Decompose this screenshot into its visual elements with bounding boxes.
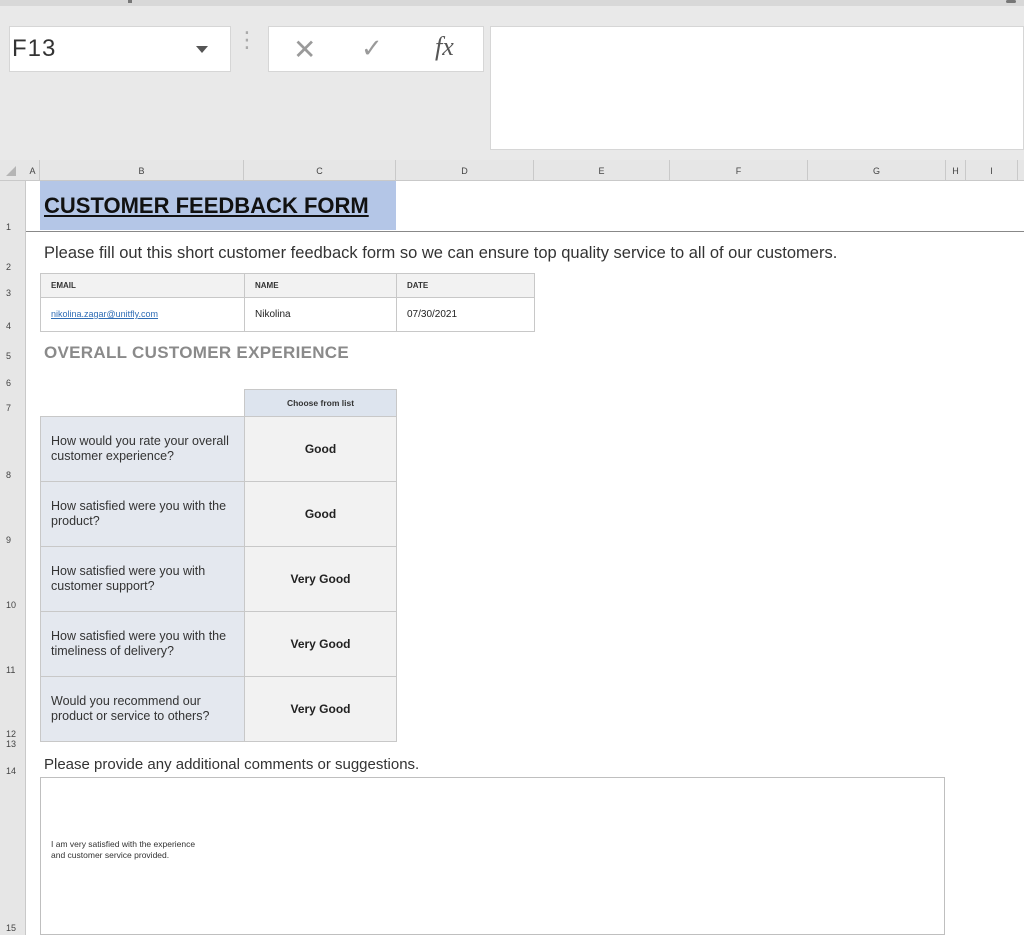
table-row: How satisfied were you with the timeline…: [40, 611, 397, 677]
enter-icon[interactable]: ✓: [361, 33, 383, 64]
row-divider: [26, 231, 1024, 232]
name-cell[interactable]: Nikolina: [244, 297, 397, 332]
formula-input[interactable]: [490, 26, 1024, 150]
experience-table: Choose from list How would you rate your…: [40, 389, 397, 742]
table-row: How would you rate your overall customer…: [40, 416, 397, 482]
email-link[interactable]: nikolina.zagar@unitfly.com: [51, 309, 158, 319]
row-header-1[interactable]: 1: [0, 222, 25, 232]
answer-dropdown[interactable]: Very Good: [244, 676, 397, 742]
question-cell: How satisfied were you with customer sup…: [40, 546, 245, 612]
section-title: OVERALL CUSTOMER EXPERIENCE: [44, 343, 350, 362]
form-title: CUSTOMER FEEDBACK FORM: [44, 193, 369, 218]
answer-dropdown[interactable]: Very Good: [244, 611, 397, 677]
column-header-h[interactable]: H: [946, 160, 966, 180]
drag-handle-icon[interactable]: ⋮: [236, 29, 258, 51]
question-cell: How would you rate your overall customer…: [40, 416, 245, 482]
name-box-value: F13: [12, 35, 57, 62]
formula-bar: F13 ⋮ ✕ ✓ fx: [0, 6, 1024, 160]
header-date: DATE: [396, 273, 535, 298]
question-cell: Would you recommend our product or servi…: [40, 676, 245, 742]
column-headers: A B C D E F G H I: [0, 160, 1024, 181]
intro-text: Please fill out this short customer feed…: [44, 244, 838, 262]
header-email: EMAIL: [40, 273, 245, 298]
comments-text: I am very satisfied with the experience …: [51, 839, 196, 860]
contact-info-table: EMAIL NAME DATE nikolina.zagar@unitfly.c…: [40, 273, 535, 332]
window-glyph-right: [1006, 0, 1016, 3]
row-header-12[interactable]: 12: [0, 729, 25, 739]
column-header-i[interactable]: I: [966, 160, 1018, 180]
column-header-a[interactable]: A: [26, 160, 40, 180]
formula-buttons: ✕ ✓ fx: [268, 26, 484, 72]
row-header-13[interactable]: 13: [0, 739, 25, 749]
table-row: How satisfied were you with customer sup…: [40, 546, 397, 612]
row-header-14[interactable]: 14: [0, 766, 25, 776]
column-header-c[interactable]: C: [244, 160, 396, 180]
comments-field[interactable]: I am very satisfied with the experience …: [40, 777, 945, 935]
table-row: EMAIL NAME DATE: [40, 273, 535, 298]
table-row: Choose from list: [40, 389, 397, 417]
column-header-b[interactable]: B: [40, 160, 244, 180]
row-header-10[interactable]: 10: [0, 600, 25, 610]
row-header-9[interactable]: 9: [0, 535, 25, 545]
answer-dropdown[interactable]: Very Good: [244, 546, 397, 612]
column-header-g[interactable]: G: [808, 160, 946, 180]
comments-label: Please provide any additional comments o…: [44, 756, 420, 773]
table-row: nikolina.zagar@unitfly.com Nikolina 07/3…: [40, 297, 535, 332]
row-header-2[interactable]: 2: [0, 262, 25, 272]
header-name: NAME: [244, 273, 397, 298]
chevron-down-icon[interactable]: [196, 46, 208, 53]
row-header-11[interactable]: 11: [0, 665, 25, 675]
column-header-e[interactable]: E: [534, 160, 670, 180]
cancel-icon[interactable]: ✕: [293, 33, 316, 66]
empty-header-cell: [40, 389, 245, 417]
row-headers: 1 2 3 4 5 6 7 8 9 10 11 12 13 14 15: [0, 181, 26, 935]
row-header-6[interactable]: 6: [0, 378, 25, 388]
name-box[interactable]: F13: [9, 26, 231, 72]
row-header-4[interactable]: 4: [0, 321, 25, 331]
answer-dropdown[interactable]: Good: [244, 481, 397, 547]
row-header-8[interactable]: 8: [0, 470, 25, 480]
answer-dropdown[interactable]: Good: [244, 416, 397, 482]
select-all-icon[interactable]: [6, 166, 16, 176]
email-cell[interactable]: nikolina.zagar@unitfly.com: [40, 297, 245, 332]
date-cell[interactable]: 07/30/2021: [396, 297, 535, 332]
row-header-3[interactable]: 3: [0, 288, 25, 298]
window-glyph-left: [128, 0, 132, 3]
column-header-d[interactable]: D: [396, 160, 534, 180]
column-header-f[interactable]: F: [670, 160, 808, 180]
insert-function-icon[interactable]: fx: [435, 32, 454, 62]
question-cell: How satisfied were you with the product?: [40, 481, 245, 547]
row-header-15[interactable]: 15: [0, 923, 25, 933]
answer-header: Choose from list: [244, 389, 397, 417]
question-cell: How satisfied were you with the timeline…: [40, 611, 245, 677]
table-row: Would you recommend our product or servi…: [40, 676, 397, 742]
table-row: How satisfied were you with the product?…: [40, 481, 397, 547]
row-header-7[interactable]: 7: [0, 403, 25, 413]
row-header-5[interactable]: 5: [0, 351, 25, 361]
